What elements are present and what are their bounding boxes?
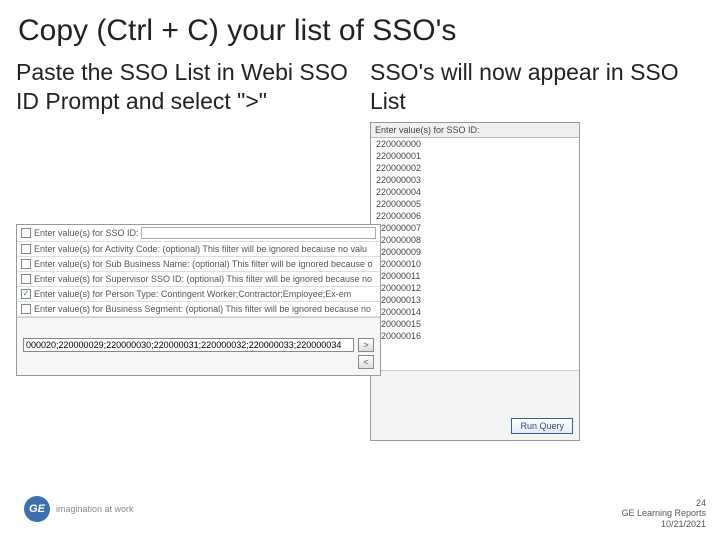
list-item[interactable]: 220000015 <box>371 318 579 330</box>
ge-logo: GE imagination at work <box>24 496 134 522</box>
checkmark-icon: ✓ <box>21 289 31 299</box>
prompt-paste-area: > < <box>17 317 380 375</box>
prompt-label: Enter value(s) for Activity Code: (optio… <box>34 244 367 254</box>
slide-title: Copy (Ctrl + C) your list of SSO's <box>0 0 720 54</box>
left-subheading: Paste the SSO List in Webi SSO ID Prompt… <box>16 58 350 116</box>
move-right-button[interactable]: > <box>358 338 374 352</box>
sso-list-header: Enter value(s) for SSO ID: <box>371 123 579 138</box>
checkmark-icon <box>21 274 31 284</box>
list-item[interactable]: 220000001 <box>371 150 579 162</box>
prompt-row[interactable]: ✓Enter value(s) for Person Type: Conting… <box>17 287 380 302</box>
right-subheading: SSO's will now appear in SSO List <box>370 58 704 116</box>
checkmark-icon <box>21 259 31 269</box>
list-item[interactable]: 220000011 <box>371 270 579 282</box>
prompt-inline-input[interactable] <box>141 227 376 239</box>
list-item[interactable]: 220000006 <box>371 210 579 222</box>
prompt-row[interactable]: Enter value(s) for Activity Code: (optio… <box>17 242 380 257</box>
list-item[interactable]: 220000008 <box>371 234 579 246</box>
slide-footer-meta: 24 GE Learning Reports 10/21/2021 <box>621 498 706 530</box>
prompt-label: Enter value(s) for Business Segment: (op… <box>34 304 371 314</box>
list-item[interactable]: 220000002 <box>371 162 579 174</box>
sso-list-panel: Enter value(s) for SSO ID: 2200000002200… <box>370 122 580 441</box>
footer-date: 10/21/2021 <box>621 519 706 530</box>
prompt-label: Enter value(s) for Person Type: Continge… <box>34 289 351 299</box>
prompt-row[interactable]: Enter value(s) for Supervisor SSO ID: (o… <box>17 272 380 287</box>
list-item[interactable]: 220000000 <box>371 138 579 150</box>
sso-panel-footer: Run Query <box>371 370 579 440</box>
sso-value-list: 2200000002200000012200000022200000032200… <box>371 138 579 370</box>
ge-tagline: imagination at work <box>56 504 134 514</box>
prompt-row[interactable]: Enter value(s) for SSO ID: <box>17 225 380 242</box>
checkmark-icon <box>21 228 31 238</box>
checkmark-icon <box>21 244 31 254</box>
list-item[interactable]: 220000010 <box>371 258 579 270</box>
run-query-button[interactable]: Run Query <box>511 418 573 434</box>
move-left-button[interactable]: < <box>358 355 374 369</box>
list-item[interactable]: 220000007 <box>371 222 579 234</box>
prompt-label: Enter value(s) for Supervisor SSO ID: (o… <box>34 274 372 284</box>
sso-paste-input[interactable] <box>23 338 354 352</box>
list-item[interactable]: 220000003 <box>371 174 579 186</box>
list-item[interactable]: 220000012 <box>371 282 579 294</box>
list-item[interactable]: 220000004 <box>371 186 579 198</box>
checkmark-icon <box>21 304 31 314</box>
prompt-label: Enter value(s) for Sub Business Name: (o… <box>34 259 373 269</box>
list-item[interactable]: 220000014 <box>371 306 579 318</box>
prompt-row[interactable]: Enter value(s) for Business Segment: (op… <box>17 302 380 317</box>
list-item[interactable]: 220000009 <box>371 246 579 258</box>
list-item[interactable]: 220000013 <box>371 294 579 306</box>
ge-monogram-icon: GE <box>24 496 50 522</box>
list-item[interactable]: 220000005 <box>371 198 579 210</box>
prompt-label: Enter value(s) for SSO ID: <box>34 228 139 238</box>
page-number: 24 <box>621 498 706 509</box>
list-item[interactable]: 220000016 <box>371 330 579 342</box>
footer-source: GE Learning Reports <box>621 508 706 519</box>
prompt-row[interactable]: Enter value(s) for Sub Business Name: (o… <box>17 257 380 272</box>
prompt-panel: Enter value(s) for SSO ID: Enter value(s)… <box>16 224 381 376</box>
